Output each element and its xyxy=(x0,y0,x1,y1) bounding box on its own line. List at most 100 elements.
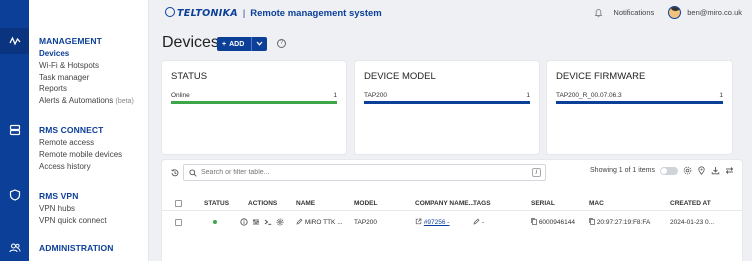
rail-rms-connect[interactable] xyxy=(0,117,29,143)
device-name[interactable]: MiRO TTK ... xyxy=(296,218,343,226)
add-button-main[interactable]: + ADD xyxy=(217,37,253,51)
logo-separator: | xyxy=(242,8,246,18)
sidebar-section-title[interactable]: RMS VPN xyxy=(39,191,107,201)
sidebar-item-remote-access[interactable]: Remote access xyxy=(39,137,122,149)
servers-icon xyxy=(9,124,20,136)
rail-administration[interactable] xyxy=(0,235,29,261)
col-status[interactable]: STATUS xyxy=(204,200,229,207)
logo[interactable]: TELTONIKA | Remote management system xyxy=(165,7,382,20)
sidebar-item-remote-mobile-devices[interactable]: Remote mobile devices xyxy=(39,149,122,161)
col-model[interactable]: MODEL xyxy=(354,200,377,207)
shield-icon xyxy=(9,189,20,201)
table-tools: Showing 1 of 1 items xyxy=(590,166,734,175)
col-tags[interactable]: TAGS xyxy=(473,200,491,207)
rail-rms-vpn[interactable] xyxy=(0,182,29,208)
sidebar-item-access-history[interactable]: Access history xyxy=(39,161,122,173)
serial-text: 6000946144 xyxy=(538,219,575,226)
sidebar-item-devices[interactable]: Devices xyxy=(39,48,134,60)
col-mac[interactable]: MAC xyxy=(589,200,604,207)
location-pin-icon[interactable] xyxy=(697,166,706,175)
device-mac[interactable]: 20:97:27:19:F8:FA xyxy=(589,218,650,226)
device-tags[interactable]: - xyxy=(473,218,484,226)
notifications-link[interactable]: Notifications xyxy=(613,8,654,17)
row-checkbox[interactable] xyxy=(175,218,182,226)
item-count: Showing 1 of 1 items xyxy=(590,167,655,174)
sidebar-item-reports[interactable]: Reports xyxy=(39,83,134,95)
history-icon[interactable] xyxy=(170,168,180,178)
device-firmware-card: DEVICE FIRMWARE TAP200_R_00.07.06.3 1 xyxy=(547,61,732,154)
sidebar-section-rms-connect: RMS CONNECT Remote access Remote mobile … xyxy=(39,125,122,172)
card-title: STATUS xyxy=(171,71,208,82)
sidebar-section-title[interactable]: ADMINISTRATION xyxy=(39,243,113,253)
col-company-name[interactable]: COMPANY NAME... xyxy=(415,200,474,207)
teltonika-logo: TELTONIKA xyxy=(165,7,238,19)
activity-icon xyxy=(8,36,20,46)
company-link: #97256 - xyxy=(423,219,450,226)
card-label[interactable]: TAP200_R_00.07.06.3 xyxy=(556,92,622,99)
copy-icon xyxy=(531,218,537,225)
sidebar-item-wifi-hotspots[interactable]: Wi-Fi & Hotspots xyxy=(39,60,134,72)
card-label[interactable]: Online xyxy=(171,92,190,99)
col-actions[interactable]: ACTIONS xyxy=(248,200,277,207)
card-title: DEVICE FIRMWARE xyxy=(556,71,646,82)
sidebar-section-title[interactable]: MANAGEMENT xyxy=(39,36,134,46)
user-email[interactable]: ben@miro.co.uk xyxy=(687,8,742,17)
search-icon xyxy=(189,168,197,177)
gear-icon[interactable] xyxy=(683,166,692,175)
device-serial[interactable]: 6000946144 xyxy=(531,218,575,226)
sidebar-item-label: Alerts & Automations xyxy=(39,96,114,106)
table-header: STATUS ACTIONS NAME MODEL COMPANY NAME..… xyxy=(162,197,742,209)
rail-management[interactable] xyxy=(0,28,29,54)
topbar: TELTONIKA | Remote management system Not… xyxy=(149,0,752,28)
sidebar-section-administration: ADMINISTRATION xyxy=(39,243,113,255)
card-count: 1 xyxy=(526,92,530,99)
status-online-dot xyxy=(213,220,217,224)
card-label[interactable]: TAP200 xyxy=(364,92,387,99)
col-serial[interactable]: SERIAL xyxy=(531,200,555,207)
add-device-button[interactable]: + ADD xyxy=(217,37,268,51)
sidebar-section-management: MANAGEMENT Devices Wi-Fi & Hotspots Task… xyxy=(39,36,134,108)
table-row[interactable]: MiRO TTK ... TAP200 #97256 - - 600094614… xyxy=(162,215,742,229)
refresh-arrows-icon[interactable] xyxy=(725,166,734,175)
add-dropdown-toggle[interactable] xyxy=(252,41,267,48)
company-name[interactable]: #97256 - xyxy=(415,218,449,226)
external-link-icon xyxy=(415,218,422,225)
beta-badge: (beta) xyxy=(115,98,134,106)
toggle-switch[interactable] xyxy=(660,166,678,175)
gear-icon[interactable] xyxy=(276,218,284,226)
search-input[interactable] xyxy=(201,169,521,176)
card-bar[interactable] xyxy=(364,101,530,104)
info-icon[interactable] xyxy=(240,218,248,226)
terminal-icon[interactable] xyxy=(264,218,272,226)
app-title: Remote management system xyxy=(250,7,382,19)
sidebar-item-alerts-automations[interactable]: Alerts & Automations (beta) xyxy=(39,95,134,108)
status-card: STATUS Online 1 xyxy=(162,61,346,154)
plus-icon: + xyxy=(222,40,227,48)
devices-table-panel: / Showing 1 of 1 items STATUS ACTIONS NA… xyxy=(162,160,742,261)
select-all-checkbox[interactable] xyxy=(175,199,182,207)
avatar[interactable] xyxy=(668,6,682,19)
bell-icon[interactable] xyxy=(594,8,603,18)
sidebar-item-vpn-hubs[interactable]: VPN hubs xyxy=(39,203,107,215)
edit-icon xyxy=(473,218,480,225)
mac-text: 20:97:27:19:F8:FA xyxy=(596,219,651,226)
keyboard-shortcut-hint: / xyxy=(532,168,541,177)
search-box: / xyxy=(183,164,546,181)
edit-icon xyxy=(296,218,303,225)
sidebar-item-vpn-quick-connect[interactable]: VPN quick connect xyxy=(39,215,107,227)
download-icon[interactable] xyxy=(711,166,720,175)
card-bar[interactable] xyxy=(556,101,723,104)
sidebar-section-rms-vpn: RMS VPN VPN hubs VPN quick connect xyxy=(39,191,107,227)
header-divider xyxy=(162,210,742,211)
col-name[interactable]: NAME xyxy=(296,200,315,207)
sidebar-section-title[interactable]: RMS CONNECT xyxy=(39,125,122,135)
sidebar-item-task-manager[interactable]: Task manager xyxy=(39,72,134,84)
tags-text: - xyxy=(481,219,484,226)
page-title: Devices xyxy=(162,34,219,51)
help-icon[interactable]: ? xyxy=(277,39,286,48)
card-count: 1 xyxy=(719,92,723,99)
device-name-text: MiRO TTK ... xyxy=(304,219,343,226)
col-created-at[interactable]: CREATED AT xyxy=(670,200,711,207)
card-bar[interactable] xyxy=(171,101,337,104)
sliders-icon[interactable] xyxy=(252,218,260,226)
